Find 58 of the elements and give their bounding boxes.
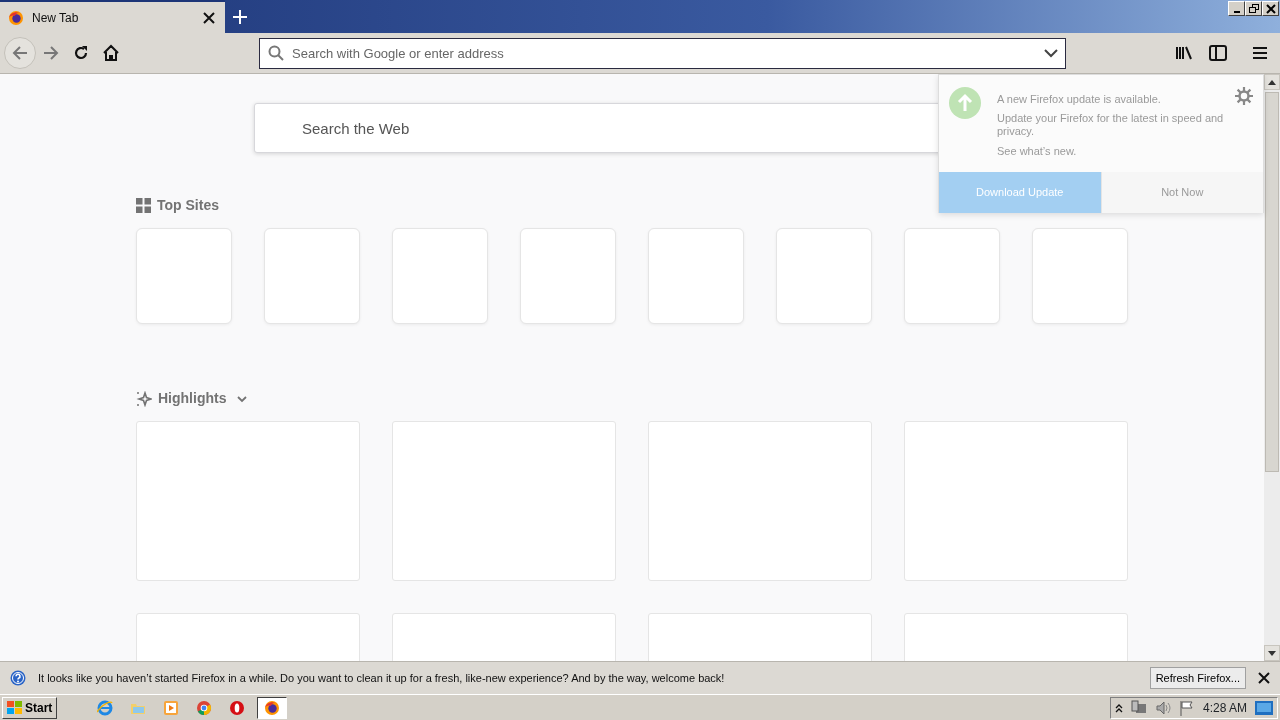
site-tile[interactable] bbox=[1032, 228, 1128, 324]
grid-icon bbox=[136, 198, 151, 213]
address-bar[interactable]: Search with Google or enter address bbox=[259, 37, 1066, 69]
flag-icon[interactable] bbox=[1178, 699, 1195, 716]
restore-button[interactable] bbox=[1245, 1, 1262, 16]
close-icon[interactable] bbox=[1258, 672, 1270, 684]
network-icon[interactable] bbox=[1130, 699, 1147, 716]
browser-tab[interactable]: New Tab bbox=[0, 0, 225, 33]
media-player-icon bbox=[163, 699, 180, 716]
forward-arrow-icon bbox=[42, 44, 60, 62]
chevron-icon[interactable] bbox=[236, 393, 249, 404]
site-tile[interactable] bbox=[776, 228, 872, 324]
sidebar-icon bbox=[1209, 45, 1227, 61]
firefox-icon bbox=[264, 699, 281, 716]
back-button[interactable] bbox=[4, 37, 36, 69]
settings-icon[interactable] bbox=[1235, 87, 1253, 105]
plus-icon bbox=[233, 9, 247, 24]
restore-icon bbox=[1248, 3, 1259, 14]
site-tile[interactable] bbox=[392, 228, 488, 324]
firefox-icon bbox=[8, 9, 24, 26]
site-tile[interactable] bbox=[648, 228, 744, 324]
scrollbar[interactable] bbox=[1264, 74, 1280, 661]
minimize-icon bbox=[1233, 10, 1240, 13]
show-desktop-icon[interactable] bbox=[1255, 700, 1273, 715]
taskbar-app-button[interactable] bbox=[257, 696, 288, 719]
site-tile[interactable] bbox=[520, 228, 616, 324]
section-heading: Top Sites bbox=[157, 196, 219, 215]
search-icon bbox=[268, 45, 284, 61]
site-tile[interactable] bbox=[904, 228, 1000, 324]
section-heading: Highlights bbox=[158, 389, 227, 408]
site-tile[interactable] bbox=[264, 228, 360, 324]
chrome-icon bbox=[196, 699, 213, 716]
sparkle-icon bbox=[136, 390, 152, 407]
close-icon[interactable] bbox=[203, 11, 215, 24]
back-arrow-icon bbox=[11, 44, 29, 62]
close-button[interactable] bbox=[1262, 1, 1279, 16]
panel-title: A new Firefox update is available. bbox=[997, 93, 1162, 107]
site-tile[interactable] bbox=[136, 228, 232, 324]
clock: 4:28 AM bbox=[1202, 699, 1247, 717]
reload-icon bbox=[73, 45, 89, 61]
refresh-firefox-button[interactable]: Refresh Firefox... bbox=[1149, 666, 1246, 690]
notification-message: It looks like you haven’t started Firefox in a while. Do you want to clean it up for a fresh, like-new experience? And by the way, welcome back! bbox=[38, 670, 725, 686]
menu-icon bbox=[1252, 46, 1268, 60]
close-icon bbox=[1265, 3, 1276, 14]
panel-message: Update your Firefox for the latest in speed and privacy. bbox=[997, 112, 1225, 139]
dropdown-icon[interactable] bbox=[1044, 48, 1058, 58]
help-icon bbox=[10, 670, 26, 686]
chevron-up-icon[interactable] bbox=[1114, 702, 1123, 713]
library-icon bbox=[1175, 45, 1193, 61]
speaker-icon[interactable] bbox=[1154, 699, 1171, 716]
scroll-up-icon[interactable] bbox=[1268, 79, 1276, 85]
opera-icon bbox=[229, 699, 246, 716]
home-icon bbox=[102, 44, 120, 62]
windows-logo-icon bbox=[7, 700, 23, 715]
minimize-button[interactable] bbox=[1228, 1, 1245, 16]
start-button[interactable]: Start bbox=[2, 696, 58, 719]
scroll-down-icon[interactable] bbox=[1268, 650, 1276, 656]
ie-icon bbox=[97, 699, 114, 716]
